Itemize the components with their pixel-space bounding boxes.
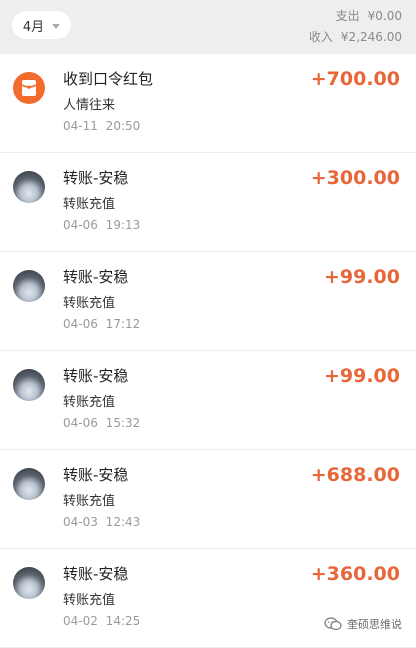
- transaction-row[interactable]: 转账-安稳 转账充值 04-02 14:25 +360.00: [0, 549, 416, 648]
- expense-label: 支出: [336, 9, 360, 23]
- chevron-down-icon: [52, 24, 60, 29]
- avatar: [13, 468, 45, 500]
- month-label: 4月: [23, 16, 44, 35]
- avatar: [13, 270, 45, 302]
- transaction-category: 转账充值: [63, 292, 115, 311]
- transaction-amount: +360.00: [311, 563, 400, 585]
- monthly-summary: 支出 ¥0.00 收入 ¥2,246.00: [309, 6, 402, 48]
- transaction-amount: +99.00: [324, 365, 400, 387]
- wechat-icon: [324, 617, 342, 631]
- watermark-text: 奎硕思维说: [347, 616, 402, 632]
- transaction-category: 转账充值: [63, 193, 115, 212]
- transaction-row[interactable]: 转账-安稳 转账充值 04-06 15:32 +99.00: [0, 351, 416, 450]
- income-value: ¥2,246.00: [341, 30, 402, 44]
- transaction-category: 转账充值: [63, 589, 115, 608]
- transaction-row[interactable]: 转账-安稳 转账充值 04-06 17:12 +99.00: [0, 252, 416, 351]
- transaction-category: 转账充值: [63, 391, 115, 410]
- transaction-amount: +688.00: [311, 464, 400, 486]
- transaction-row[interactable]: 收到口令红包 人情往来 04-11 20:50 +700.00: [0, 54, 416, 153]
- transaction-list: 收到口令红包 人情往来 04-11 20:50 +700.00 转账-安稳 转账…: [0, 54, 416, 648]
- transaction-title: 转账-安稳: [63, 563, 128, 584]
- transaction-time: 04-06 15:32: [63, 416, 140, 430]
- transaction-amount: +300.00: [311, 167, 400, 189]
- transaction-amount: +700.00: [311, 68, 400, 90]
- income-label: 收入: [309, 30, 333, 44]
- income-row: 收入 ¥2,246.00: [309, 27, 402, 48]
- transaction-time: 04-06 19:13: [63, 218, 140, 232]
- red-packet-icon: [13, 72, 45, 104]
- expense-row: 支出 ¥0.00: [309, 6, 402, 27]
- watermark: 奎硕思维说: [324, 616, 402, 632]
- top-bar: 4月 支出 ¥0.00 收入 ¥2,246.00: [0, 0, 416, 54]
- transaction-row[interactable]: 转账-安稳 转账充值 04-03 12:43 +688.00: [0, 450, 416, 549]
- transaction-category: 人情往来: [63, 94, 115, 113]
- transaction-title: 转账-安稳: [63, 266, 128, 287]
- transaction-title: 转账-安稳: [63, 365, 128, 386]
- transaction-row[interactable]: 转账-安稳 转账充值 04-06 19:13 +300.00: [0, 153, 416, 252]
- month-selector-button[interactable]: 4月: [12, 11, 71, 39]
- expense-value: ¥0.00: [368, 9, 402, 23]
- transaction-category: 转账充值: [63, 490, 115, 509]
- avatar: [13, 369, 45, 401]
- transaction-time: 04-03 12:43: [63, 515, 140, 529]
- transaction-title: 转账-安稳: [63, 167, 128, 188]
- transaction-time: 04-11 20:50: [63, 119, 140, 133]
- transaction-amount: +99.00: [324, 266, 400, 288]
- avatar: [13, 567, 45, 599]
- transaction-title: 收到口令红包: [63, 68, 153, 89]
- avatar: [13, 171, 45, 203]
- transaction-time: 04-02 14:25: [63, 614, 140, 628]
- transaction-time: 04-06 17:12: [63, 317, 140, 331]
- transaction-title: 转账-安稳: [63, 464, 128, 485]
